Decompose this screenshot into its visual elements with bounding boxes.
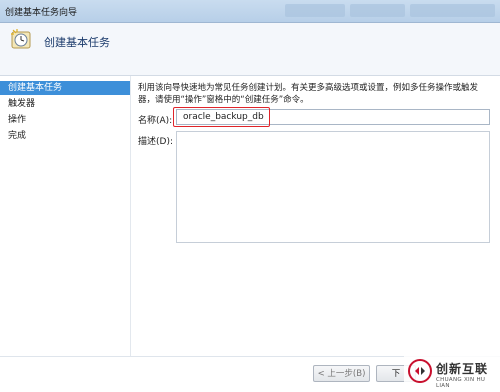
wizard-header: 创建基本任务 [0,23,500,76]
step-label: 触发器 [8,99,36,109]
watermark-subtitle: CHUANG XIN HU LIAN [436,377,486,389]
step-create-basic-task[interactable]: 创建基本任务 [0,81,130,95]
wizard-steps: 创建基本任务 触发器 操作 完成 [0,76,131,391]
clock-icon [11,29,31,49]
blurred-region [350,4,405,17]
blurred-region [410,4,495,17]
step-label: 完成 [8,131,27,141]
step-label: 创建基本任务 [8,83,63,93]
window-title: 创建基本任务向导 [5,8,78,18]
step-label: 操作 [8,115,27,125]
highlight-box [173,107,270,127]
description-text: 利用该向导快速地为常见任务创建计划。有关更多高级选项或设置，例如多任务操作或触发… [138,83,479,105]
page-title: 创建基本任务 [44,36,110,49]
wizard-content: 利用该向导快速地为常见任务创建计划。有关更多高级选项或设置，例如多任务操作或触发… [138,82,493,243]
step-finish[interactable]: 完成 [0,129,130,143]
watermark-brand: 创新互联 [436,362,489,376]
blurred-region [285,4,345,17]
watermark: 创新互联 CHUANG XIN HU LIAN [404,353,500,391]
title-bar: 创建基本任务向导 [0,0,500,23]
name-label: 名称(A): [138,116,173,126]
back-button[interactable]: < 上一步(B) [313,365,370,382]
description-label: 描述(D): [138,137,173,147]
brand-logo-icon [408,359,432,383]
step-trigger[interactable]: 触发器 [0,97,130,111]
name-field[interactable]: oracle_backup_db [173,107,490,127]
description-field[interactable] [176,131,490,243]
step-action[interactable]: 操作 [0,113,130,127]
